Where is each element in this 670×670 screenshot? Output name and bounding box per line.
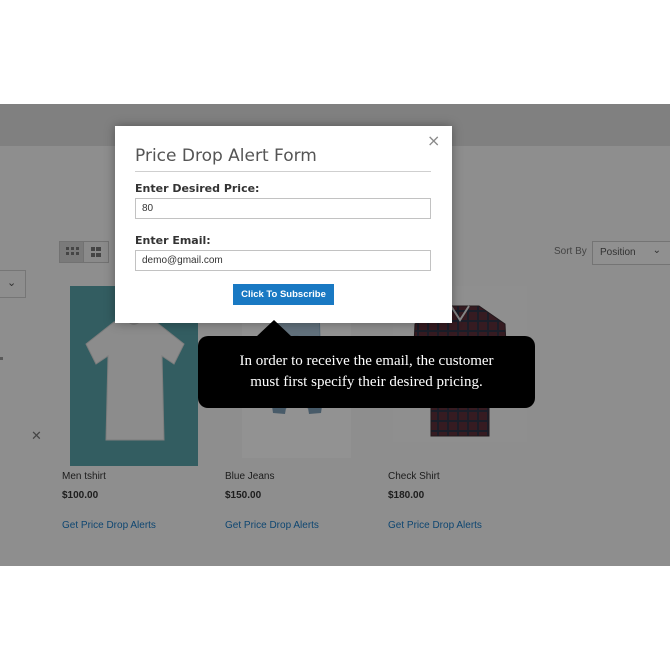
modal-title: Price Drop Alert Form — [135, 146, 317, 166]
title-divider — [135, 171, 431, 172]
callout-arrow — [256, 320, 292, 337]
price-drop-alert-modal: Price Drop Alert Form × Enter Desired Pr… — [115, 126, 452, 323]
screenshot-stage: Sort By Position ⌄ ⌄ ✕ Men tshirt $100.0… — [0, 0, 670, 670]
subscribe-button[interactable]: Click To Subscribe — [233, 284, 334, 305]
annotation-callout: In order to receive the email, the custo… — [198, 336, 535, 408]
desired-price-input[interactable] — [135, 198, 431, 219]
email-input[interactable] — [135, 250, 431, 271]
callout-line-2: must first specify their desired pricing… — [250, 374, 483, 390]
desired-price-label: Enter Desired Price: — [135, 182, 260, 195]
email-label: Enter Email: — [135, 234, 211, 247]
close-icon[interactable]: × — [427, 131, 440, 150]
callout-line-1: In order to receive the email, the custo… — [239, 353, 494, 369]
